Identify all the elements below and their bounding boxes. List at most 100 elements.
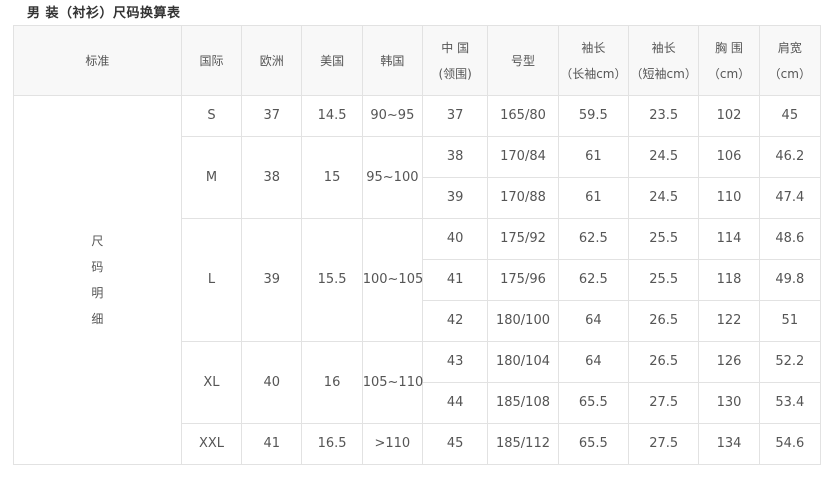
size-international-cell: XL xyxy=(180,341,243,424)
long-sleeve-cell: 64 xyxy=(557,341,630,383)
short-sleeve-cell: 27.5 xyxy=(628,423,700,465)
long-sleeve-cell: 61 xyxy=(557,136,630,178)
china-collar-cell: 42 xyxy=(422,300,489,342)
size-europe-cell: 39 xyxy=(241,218,303,342)
shoulder-cell: 47.4 xyxy=(758,177,822,219)
size-korea-cell: 100~105 xyxy=(361,218,423,342)
long-sleeve-cell: 62.5 xyxy=(557,218,630,260)
header-china: 中 国 (领围) xyxy=(422,25,489,96)
size-europe-cell: 38 xyxy=(241,136,303,219)
short-sleeve-cell: 26.5 xyxy=(628,300,700,342)
model-cell: 175/96 xyxy=(487,259,559,301)
size-international-cell: S xyxy=(180,95,243,137)
header-europe: 欧洲 xyxy=(241,25,303,96)
size-korea-cell: 95~100 xyxy=(361,136,424,219)
header-international: 国际 xyxy=(180,25,243,96)
shoulder-cell: 53.4 xyxy=(758,382,822,424)
header-long-sleeve: 袖长 （长袖cm） xyxy=(557,25,630,96)
long-sleeve-cell: 61 xyxy=(557,177,630,219)
table-row: 尺码明细 S 37 14.5 90~95 37 165/80 59.5 23.5 102 45 xyxy=(13,95,822,465)
china-collar-cell: 38 xyxy=(422,136,489,178)
size-usa-cell: 14.5 xyxy=(301,95,363,137)
model-cell: 185/108 xyxy=(487,382,559,424)
long-sleeve-cell: 65.5 xyxy=(557,423,630,465)
shoulder-cell: 46.2 xyxy=(758,136,822,178)
header-shoulder-line1: 肩宽 xyxy=(777,40,802,55)
size-korea-cell: >110 xyxy=(361,423,424,465)
short-sleeve-cell: 24.5 xyxy=(628,136,700,178)
header-shoulder: 肩宽 （cm） xyxy=(758,25,822,96)
model-cell: 180/104 xyxy=(487,341,559,383)
page-title: 男 装（衬衫）尺码换算表 xyxy=(27,6,181,21)
standard-label-char: 尺 xyxy=(91,234,104,248)
short-sleeve-cell: 24.5 xyxy=(628,177,700,219)
size-usa-cell: 15 xyxy=(301,136,363,219)
size-europe-cell: 37 xyxy=(241,95,303,137)
header-china-line1: 中 国 xyxy=(441,40,470,55)
short-sleeve-cell: 25.5 xyxy=(628,259,700,301)
standard-label-char: 明 xyxy=(91,286,104,300)
china-collar-cell: 39 xyxy=(422,177,489,219)
header-short-line1: 袖长 xyxy=(651,40,676,55)
chest-cell: 126 xyxy=(698,341,760,383)
long-sleeve-cell: 65.5 xyxy=(557,382,630,424)
header-chest-line2: （cm） xyxy=(707,66,751,81)
model-cell: 180/100 xyxy=(487,300,559,342)
header-korea: 韩国 xyxy=(361,25,424,96)
shoulder-cell: 49.8 xyxy=(758,259,822,301)
shoulder-cell: 48.6 xyxy=(758,218,822,260)
chest-cell: 106 xyxy=(698,136,760,178)
size-conversion-table: 标准 国际 欧洲 美国 韩国 中 国 (领围) 号型 袖长 （长袖cm） 袖长 … xyxy=(13,25,822,465)
shoulder-cell: 51 xyxy=(758,300,822,342)
chest-cell: 130 xyxy=(698,382,760,424)
size-korea-cell: 90~95 xyxy=(361,95,424,137)
china-collar-cell: 43 xyxy=(422,341,489,383)
long-sleeve-cell: 62.5 xyxy=(557,259,630,301)
model-cell: 185/112 xyxy=(487,423,559,465)
size-international-cell: M xyxy=(180,136,243,219)
short-sleeve-cell: 25.5 xyxy=(628,218,700,260)
header-short-line2: （短袖cm） xyxy=(630,66,697,81)
size-usa-cell: 16 xyxy=(301,341,363,424)
size-europe-cell: 40 xyxy=(241,341,303,424)
header-long-line1: 袖长 xyxy=(581,40,606,55)
short-sleeve-cell: 27.5 xyxy=(628,382,700,424)
standard-cell: 尺码明细 xyxy=(13,95,182,465)
model-cell: 165/80 xyxy=(487,95,559,137)
chest-cell: 122 xyxy=(698,300,760,342)
header-chest-line1: 胸 围 xyxy=(715,40,743,55)
header-long-line2: （长袖cm） xyxy=(560,66,627,81)
header-chest: 胸 围 （cm） xyxy=(698,25,760,96)
shoulder-cell: 52.2 xyxy=(758,341,822,383)
header-china-line2: (领围) xyxy=(438,66,472,81)
size-europe-cell: 41 xyxy=(241,423,303,465)
china-collar-cell: 40 xyxy=(422,218,489,260)
model-cell: 170/88 xyxy=(487,177,559,219)
size-korea-cell: 105~110 xyxy=(361,341,423,424)
chest-cell: 114 xyxy=(698,218,760,260)
standard-label-char: 细 xyxy=(91,312,104,326)
header-usa: 美国 xyxy=(301,25,363,96)
header-shoulder-line2: （cm） xyxy=(768,66,811,81)
china-collar-cell: 41 xyxy=(422,259,489,301)
model-cell: 170/84 xyxy=(487,136,559,178)
china-collar-cell: 45 xyxy=(422,423,489,465)
size-usa-cell: 16.5 xyxy=(301,423,363,465)
chest-cell: 134 xyxy=(698,423,760,465)
shoulder-cell: 45 xyxy=(758,95,822,137)
chest-cell: 110 xyxy=(698,177,760,219)
shoulder-cell: 54.6 xyxy=(758,423,822,465)
china-collar-cell: 37 xyxy=(422,95,489,137)
size-international-cell: L xyxy=(180,218,243,342)
header-model: 号型 xyxy=(487,25,559,96)
short-sleeve-cell: 23.5 xyxy=(628,95,700,137)
model-cell: 175/92 xyxy=(487,218,559,260)
long-sleeve-cell: 59.5 xyxy=(557,95,630,137)
china-collar-cell: 44 xyxy=(422,382,489,424)
standard-label-char: 码 xyxy=(91,260,104,274)
header-row: 标准 国际 欧洲 美国 韩国 中 国 (领围) 号型 袖长 （长袖cm） 袖长 … xyxy=(13,25,822,96)
long-sleeve-cell: 64 xyxy=(557,300,630,342)
chest-cell: 118 xyxy=(698,259,760,301)
chest-cell: 102 xyxy=(698,95,760,137)
header-standard: 标准 xyxy=(13,25,182,96)
